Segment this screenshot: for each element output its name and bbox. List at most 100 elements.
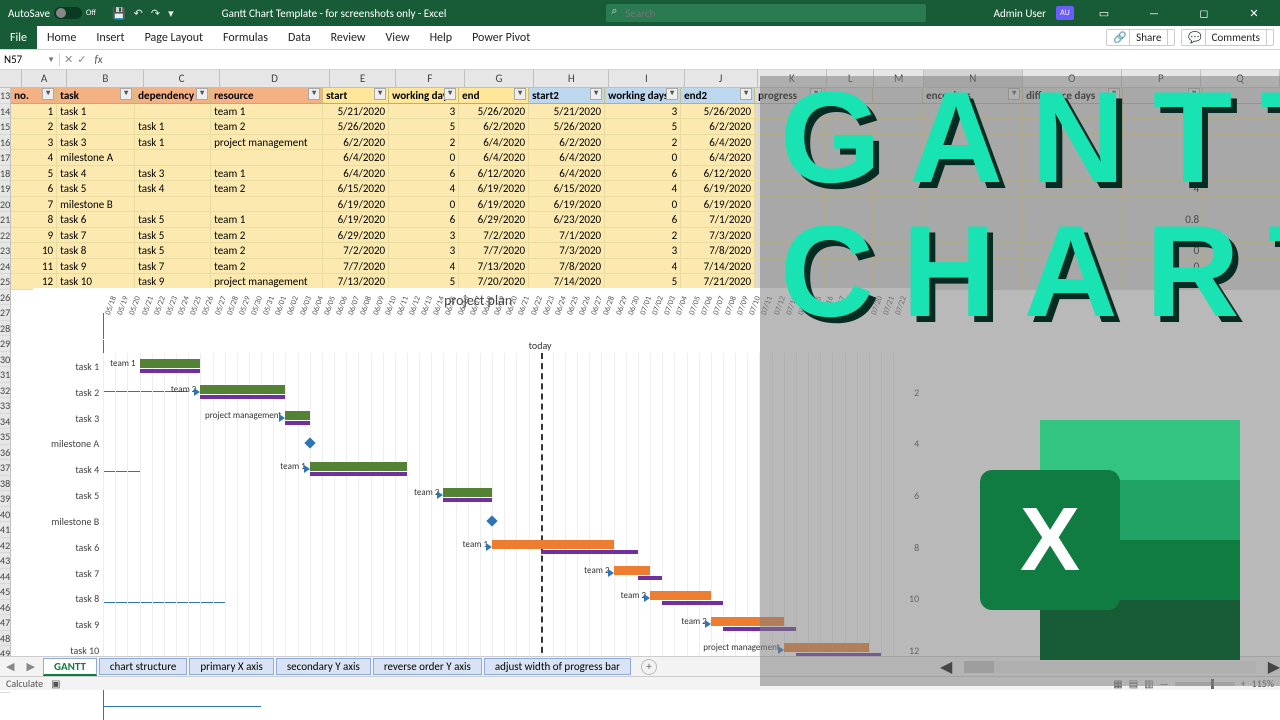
cell[interactable]: 8 bbox=[1123, 166, 1203, 182]
cell[interactable]: 3 bbox=[605, 104, 681, 120]
cell[interactable] bbox=[1123, 197, 1203, 213]
cell[interactable]: 6 bbox=[605, 212, 681, 228]
view-page-layout-icon[interactable]: ▤ bbox=[1129, 677, 1138, 690]
cell[interactable]: 6 bbox=[11, 181, 57, 197]
cell[interactable]: 7/8/2020 bbox=[681, 243, 755, 259]
enter-formula-icon[interactable]: ✓ bbox=[77, 53, 86, 66]
col-A[interactable]: A bbox=[22, 70, 68, 87]
zoom-out-icon[interactable]: — bbox=[1160, 677, 1169, 690]
cell[interactable] bbox=[135, 104, 211, 120]
cell[interactable]: 6/19/2020 bbox=[459, 197, 529, 213]
cell[interactable]: 6/29/2020 bbox=[323, 228, 389, 244]
user-avatar[interactable]: AU bbox=[1056, 6, 1074, 20]
cell[interactable]: 0 bbox=[389, 197, 459, 213]
row-header[interactable]: 37 bbox=[0, 460, 10, 476]
cell[interactable]: task 7 bbox=[135, 259, 211, 275]
tab-file[interactable]: File bbox=[0, 26, 37, 49]
cell[interactable] bbox=[923, 212, 1023, 228]
new-sheet-button[interactable]: + bbox=[641, 659, 657, 675]
row-header[interactable]: 47 bbox=[0, 615, 10, 631]
cell[interactable] bbox=[923, 274, 1023, 290]
row-header[interactable]: 15 bbox=[0, 119, 10, 135]
cell[interactable]: 3 bbox=[11, 135, 57, 151]
cell[interactable] bbox=[1023, 119, 1123, 135]
user-name[interactable]: Admin User bbox=[994, 7, 1046, 20]
cell[interactable]: 6/2/2020 bbox=[323, 135, 389, 151]
cell[interactable]: 6/4/2020 bbox=[681, 150, 755, 166]
table-row[interactable]: 8task 6task 5team 16/19/202066/29/20206/… bbox=[11, 212, 1280, 228]
row-header[interactable]: 41 bbox=[0, 522, 10, 538]
row-header[interactable]: 16 bbox=[0, 135, 10, 151]
table-row[interactable]: 6task 5task 4team 26/15/202046/19/20206/… bbox=[11, 181, 1280, 197]
cell[interactable]: task 9 bbox=[57, 259, 135, 275]
zoom-slider[interactable] bbox=[1175, 682, 1235, 686]
tab-help[interactable]: Help bbox=[420, 26, 463, 49]
cell[interactable]: 2 bbox=[389, 135, 459, 151]
tab-review[interactable]: Review bbox=[321, 26, 376, 49]
cell[interactable] bbox=[1203, 166, 1280, 182]
col-K[interactable]: K bbox=[758, 70, 827, 87]
row-header[interactable]: 35 bbox=[0, 429, 10, 445]
cell[interactable] bbox=[873, 119, 923, 135]
maximize-icon[interactable]: ◻ bbox=[1184, 7, 1224, 20]
row-header[interactable]: 24 bbox=[0, 259, 10, 275]
cell[interactable] bbox=[825, 166, 873, 182]
cell[interactable]: 5/21/2020 bbox=[323, 104, 389, 120]
scroll-left-icon[interactable]: ◀ bbox=[940, 657, 952, 677]
row-header[interactable]: 43 bbox=[0, 553, 10, 569]
table-row[interactable]: 11task 9task 7team 27/7/202047/13/20207/… bbox=[11, 259, 1280, 275]
cell[interactable]: 4 bbox=[1123, 181, 1203, 197]
cell[interactable]: 7/2/2020 bbox=[459, 228, 529, 244]
row-header[interactable]: 18 bbox=[0, 166, 10, 182]
sheet-tab[interactable]: primary X axis bbox=[189, 658, 274, 675]
cell[interactable]: project management bbox=[211, 135, 323, 151]
cell[interactable]: milestone A bbox=[57, 150, 135, 166]
cell[interactable]: 7 bbox=[11, 197, 57, 213]
cell[interactable]: 6/19/2020 bbox=[681, 181, 755, 197]
hdr-P[interactable] bbox=[1123, 88, 1203, 104]
table-row[interactable]: 10task 8task 5team 27/2/202037/7/20207/3… bbox=[11, 243, 1280, 259]
sheet-tab[interactable]: reverse order Y axis bbox=[373, 658, 482, 675]
table-row[interactable]: 9task 7task 5team 26/29/202037/2/20207/1… bbox=[11, 228, 1280, 244]
cell[interactable]: 6 bbox=[389, 212, 459, 228]
cell[interactable]: 4 bbox=[11, 150, 57, 166]
cell[interactable]: task 7 bbox=[57, 228, 135, 244]
cell[interactable] bbox=[873, 228, 923, 244]
row-header[interactable]: 42 bbox=[0, 538, 10, 554]
cell[interactable] bbox=[1023, 259, 1123, 275]
cell[interactable]: 3 bbox=[389, 228, 459, 244]
cell[interactable]: task 4 bbox=[57, 166, 135, 182]
cell[interactable] bbox=[755, 259, 825, 275]
cell[interactable]: team 2 bbox=[211, 259, 323, 275]
cell[interactable]: 5/26/2020 bbox=[529, 119, 605, 135]
row-header[interactable]: 30 bbox=[0, 352, 10, 368]
col-I[interactable]: I bbox=[609, 70, 684, 87]
cell[interactable] bbox=[873, 104, 923, 120]
cell[interactable] bbox=[1023, 274, 1123, 290]
cell[interactable]: 3 bbox=[1123, 119, 1203, 135]
cell[interactable]: 8 bbox=[11, 212, 57, 228]
cell[interactable]: task 3 bbox=[135, 166, 211, 182]
cell[interactable] bbox=[1023, 197, 1123, 213]
search-box[interactable] bbox=[606, 4, 926, 22]
col-E[interactable]: E bbox=[330, 70, 395, 87]
row-header[interactable]: 26 bbox=[0, 290, 10, 306]
cell[interactable]: 6 bbox=[605, 166, 681, 182]
cancel-formula-icon[interactable]: ✕ bbox=[64, 53, 73, 66]
cell[interactable]: 2 bbox=[605, 135, 681, 151]
cell[interactable]: 6/19/2020 bbox=[323, 212, 389, 228]
cell[interactable]: 3 bbox=[389, 243, 459, 259]
col-L[interactable]: L bbox=[827, 70, 874, 87]
cell[interactable] bbox=[923, 150, 1023, 166]
cell[interactable]: 4 bbox=[605, 259, 681, 275]
cell[interactable] bbox=[825, 243, 873, 259]
cell[interactable]: team 2 bbox=[211, 243, 323, 259]
cell[interactable]: 3 bbox=[1123, 104, 1203, 120]
ribbon-options-icon[interactable]: ▭ bbox=[1084, 7, 1124, 20]
cell[interactable]: 3 bbox=[389, 104, 459, 120]
hdr-dependency[interactable]: dependency bbox=[135, 88, 211, 104]
cell[interactable] bbox=[873, 181, 923, 197]
cell[interactable]: 6/4/2020 bbox=[323, 150, 389, 166]
cell[interactable]: team 1 bbox=[211, 166, 323, 182]
zoom-value[interactable]: 115% bbox=[1252, 677, 1274, 690]
